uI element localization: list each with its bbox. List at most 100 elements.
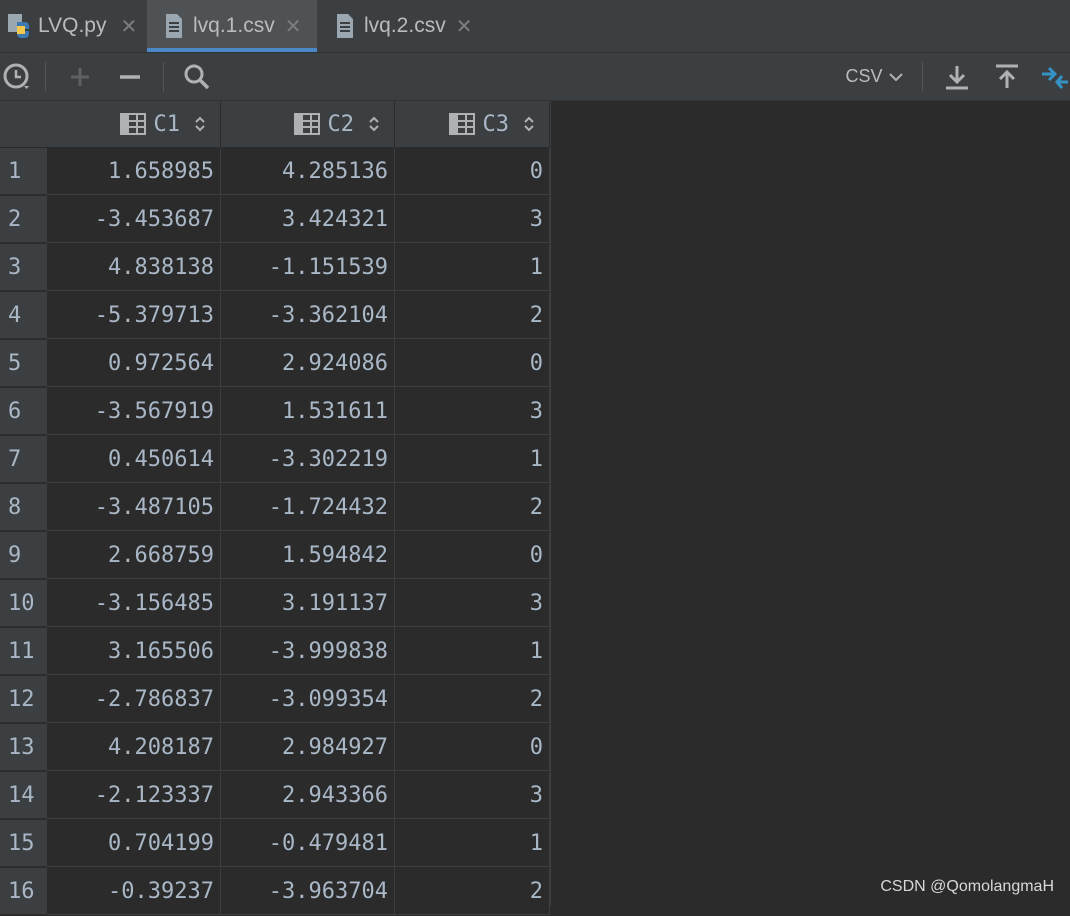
cell-c1[interactable]: 2.668759 [47, 532, 221, 579]
search-icon[interactable] [180, 53, 214, 100]
cell-c1[interactable]: -2.786837 [47, 676, 221, 723]
cell-c1[interactable]: -2.123337 [47, 772, 221, 819]
cell-c2[interactable]: 4.285136 [221, 148, 395, 195]
cell-c1[interactable]: 0.450614 [47, 436, 221, 483]
row-number: 2 [0, 196, 47, 243]
row-number: 7 [0, 436, 47, 483]
cell-c1[interactable]: -0.39237 [47, 868, 221, 915]
tab-lvq-py[interactable]: LVQ.py ✕ [0, 0, 146, 52]
table-row[interactable]: 13 4.208187 2.984927 0 [0, 724, 550, 772]
close-icon[interactable]: ✕ [456, 14, 473, 39]
chevron-down-icon [888, 72, 903, 82]
tab-lvq-2-csv[interactable]: lvq.2.csv ✕ [318, 0, 488, 52]
row-number: 15 [0, 820, 47, 867]
table-row[interactable]: 16 -0.39237 -3.963704 2 [0, 868, 550, 916]
csv-toolbar: CSV [0, 53, 1070, 101]
cell-c1[interactable]: -3.487105 [47, 484, 221, 531]
download-icon[interactable] [940, 53, 974, 100]
column-header-c3[interactable]: C3 [395, 101, 550, 147]
cell-c1[interactable]: 4.838138 [47, 244, 221, 291]
cell-c2[interactable]: 1.531611 [221, 388, 395, 435]
cell-c3[interactable]: 1 [395, 820, 550, 867]
table-row[interactable]: 3 4.838138 -1.151539 1 [0, 244, 550, 292]
cell-c2[interactable]: -3.362104 [221, 292, 395, 339]
table-row[interactable]: 11 3.165506 -3.999838 1 [0, 628, 550, 676]
table-row[interactable]: 9 2.668759 1.594842 0 [0, 532, 550, 580]
table-row[interactable]: 12 -2.786837 -3.099354 2 [0, 676, 550, 724]
cell-c2[interactable]: -3.099354 [221, 676, 395, 723]
row-number-header [0, 101, 48, 147]
cell-c1[interactable]: -3.453687 [47, 196, 221, 243]
tab-lvq-1-csv[interactable]: lvq.1.csv ✕ [147, 0, 317, 52]
cell-c2[interactable]: 2.984927 [221, 724, 395, 771]
cell-c2[interactable]: 1.594842 [221, 532, 395, 579]
table-row[interactable]: 6 -3.567919 1.531611 3 [0, 388, 550, 436]
cell-c1[interactable]: 3.165506 [47, 628, 221, 675]
column-header-c2[interactable]: C2 [221, 101, 395, 147]
cell-c2[interactable]: -3.302219 [221, 436, 395, 483]
row-number: 16 [0, 868, 47, 915]
close-icon[interactable]: ✕ [120, 14, 137, 39]
cell-c1[interactable]: -5.379713 [47, 292, 221, 339]
table-row[interactable]: 15 0.704199 -0.479481 1 [0, 820, 550, 868]
sort-icon[interactable] [523, 115, 535, 133]
cell-c2[interactable]: 3.191137 [221, 580, 395, 627]
row-number: 1 [0, 148, 47, 195]
cell-c3[interactable]: 1 [395, 628, 550, 675]
table-row[interactable]: 5 0.972564 2.924086 0 [0, 340, 550, 388]
cell-c3[interactable]: 2 [395, 484, 550, 531]
cell-c3[interactable]: 3 [395, 196, 550, 243]
cell-c1[interactable]: 1.658985 [47, 148, 221, 195]
sort-icon[interactable] [194, 115, 206, 133]
cell-c3[interactable]: 0 [395, 340, 550, 387]
compare-icon[interactable] [1040, 53, 1070, 100]
cell-c2[interactable]: 2.943366 [221, 772, 395, 819]
cell-c2[interactable]: 3.424321 [221, 196, 395, 243]
sort-icon[interactable] [368, 115, 380, 133]
column-header-c1[interactable]: C1 [47, 101, 221, 147]
cell-c2[interactable]: -3.963704 [221, 868, 395, 915]
cell-c2[interactable]: -3.999838 [221, 628, 395, 675]
cell-c3[interactable]: 3 [395, 772, 550, 819]
cell-c2[interactable]: -0.479481 [221, 820, 395, 867]
cell-c3[interactable]: 1 [395, 244, 550, 291]
cell-c3[interactable]: 3 [395, 580, 550, 627]
cell-c1[interactable]: -3.156485 [47, 580, 221, 627]
table-row[interactable]: 14 -2.123337 2.943366 3 [0, 772, 550, 820]
add-row-icon[interactable] [64, 53, 96, 100]
table-row[interactable]: 4 -5.379713 -3.362104 2 [0, 292, 550, 340]
table-row[interactable]: 1 1.658985 4.285136 0 [0, 148, 550, 196]
table-row[interactable]: 8 -3.487105 -1.724432 2 [0, 484, 550, 532]
cell-c3[interactable]: 2 [395, 292, 550, 339]
table-row[interactable]: 2 -3.453687 3.424321 3 [0, 196, 550, 244]
upload-icon[interactable] [990, 53, 1024, 100]
cell-c3[interactable]: 0 [395, 148, 550, 195]
toolbar-divider [45, 62, 46, 92]
format-dropdown[interactable]: CSV [838, 53, 910, 100]
cell-c2[interactable]: -1.724432 [221, 484, 395, 531]
text-file-icon [332, 11, 358, 41]
history-icon[interactable] [0, 53, 34, 100]
editor-tab-bar: LVQ.py ✕ lvq.1.csv ✕ lvq.2.csv ✕ [0, 0, 1070, 53]
cell-c1[interactable]: 0.972564 [47, 340, 221, 387]
cell-c2[interactable]: -1.151539 [221, 244, 395, 291]
cell-c3[interactable]: 1 [395, 436, 550, 483]
table-row[interactable]: 7 0.450614 -3.302219 1 [0, 436, 550, 484]
table-row[interactable]: 10 -3.156485 3.191137 3 [0, 580, 550, 628]
cell-c1[interactable]: 0.704199 [47, 820, 221, 867]
cell-c1[interactable]: 4.208187 [47, 724, 221, 771]
cell-c3[interactable]: 3 [395, 388, 550, 435]
tab-label: lvq.1.csv [193, 14, 275, 37]
cell-c1[interactable]: -3.567919 [47, 388, 221, 435]
row-number: 4 [0, 292, 47, 339]
watermark: CSDN @QomolangmaH [880, 878, 1054, 895]
cell-c3[interactable]: 0 [395, 532, 550, 579]
remove-row-icon[interactable] [114, 53, 146, 100]
cell-c3[interactable]: 2 [395, 676, 550, 723]
column-header-label: C1 [153, 111, 181, 137]
close-icon[interactable]: ✕ [285, 14, 302, 39]
cell-c3[interactable]: 0 [395, 724, 550, 771]
tab-label: LVQ.py [38, 14, 107, 37]
cell-c2[interactable]: 2.924086 [221, 340, 395, 387]
cell-c3[interactable]: 2 [395, 868, 550, 915]
